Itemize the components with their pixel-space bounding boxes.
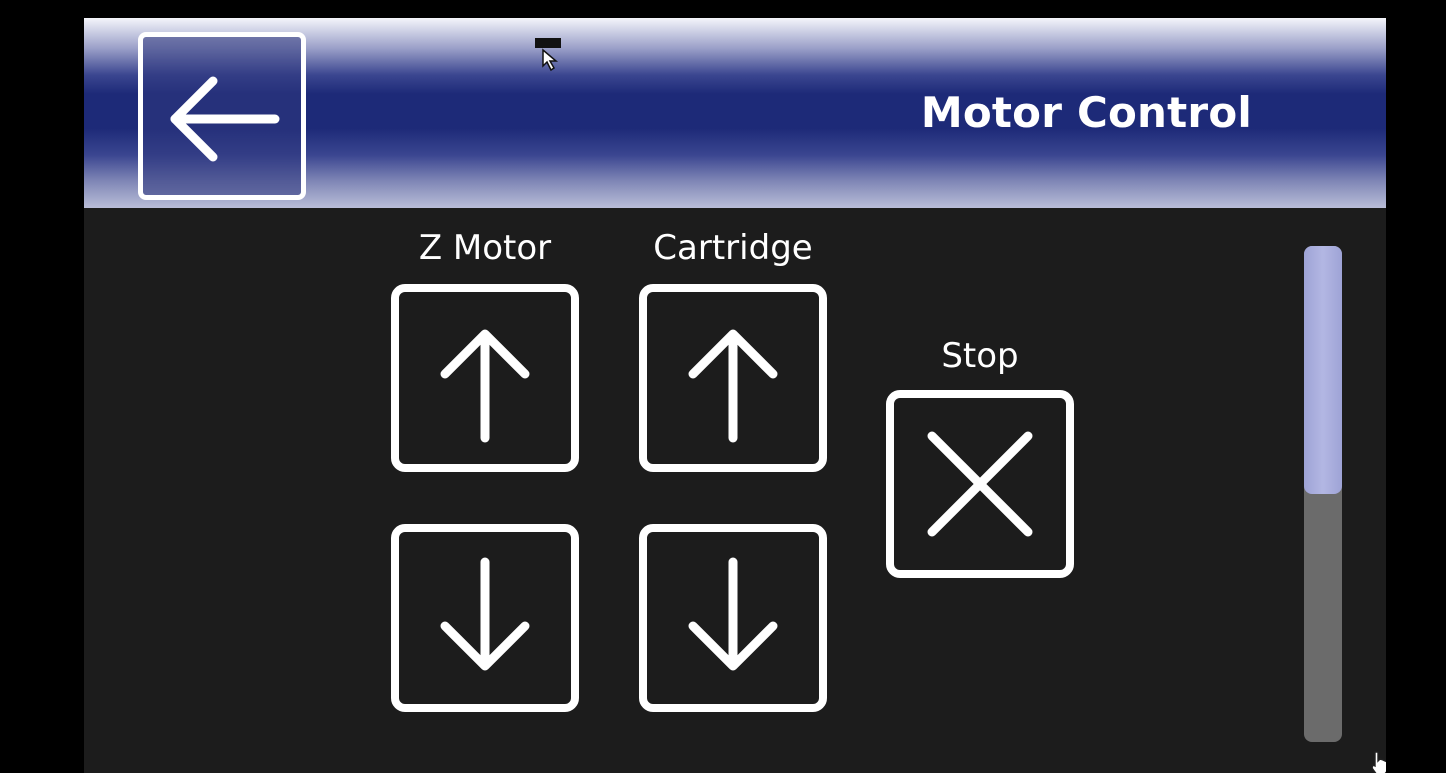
page-title: Motor Control: [920, 88, 1252, 137]
cartridge-down-button[interactable]: [639, 524, 827, 712]
arrow-up-icon: [440, 329, 530, 443]
arrow-down-icon: [440, 557, 530, 671]
cartridge-label: Cartridge: [653, 228, 813, 268]
scrollbar-thumb[interactable]: [1304, 246, 1342, 494]
cartridge-up-button[interactable]: [639, 284, 827, 472]
stop-label: Stop: [941, 336, 1019, 376]
vertical-scrollbar[interactable]: [1304, 246, 1342, 742]
arrow-down-icon: [688, 557, 778, 671]
arrow-up-icon: [688, 329, 778, 443]
hand-cursor-icon: [1371, 751, 1386, 773]
z-motor-down-button[interactable]: [391, 524, 579, 712]
mouse-cursor-icon: [535, 38, 561, 72]
back-button[interactable]: [138, 32, 306, 200]
z-motor-up-button[interactable]: [391, 284, 579, 472]
arrow-left-icon: [170, 76, 280, 162]
header-bar: Motor Control: [84, 18, 1386, 208]
close-x-icon: [927, 431, 1033, 537]
z-motor-label: Z Motor: [418, 228, 552, 268]
stop-button[interactable]: [886, 390, 1074, 578]
motor-control-screen: Motor Control Z Motor Cartridge Stop: [84, 18, 1386, 773]
